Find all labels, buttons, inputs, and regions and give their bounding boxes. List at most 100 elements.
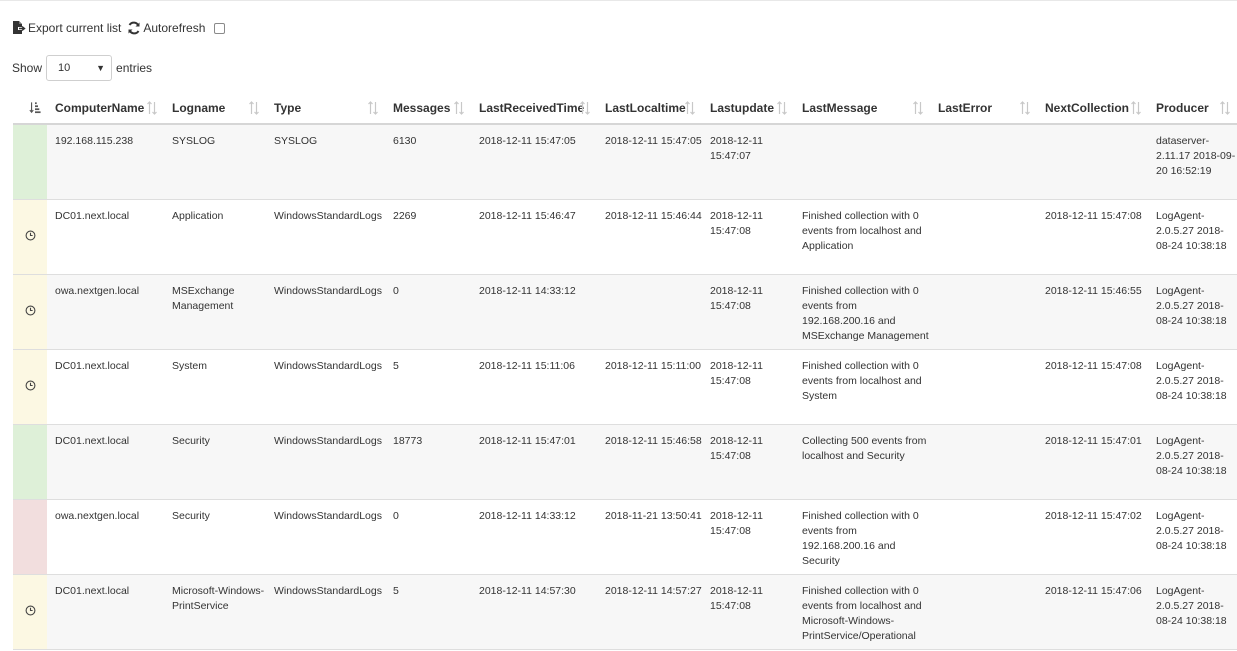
- status-column-header[interactable]: [13, 93, 47, 125]
- cell-producer: LogAgent-2.0.5.27 2018-08-24 10:38:18: [1148, 199, 1237, 275]
- cell-producer: LogAgent-2.0.5.27 2018-08-24 10:38:18: [1148, 349, 1237, 425]
- column-header-messages[interactable]: Messages: [385, 93, 471, 125]
- cell-type: WindowsStandardLogs: [266, 424, 385, 500]
- sort-icon: [368, 101, 378, 115]
- export-button[interactable]: Export current list: [12, 21, 121, 35]
- cell-lastreceived: 2018-12-11 15:47:01: [471, 424, 597, 500]
- cell-nextcollection: 2018-12-11 15:47:08: [1037, 199, 1148, 275]
- cell-messages: 0: [385, 274, 471, 350]
- cell-lasterror: [930, 499, 1037, 575]
- cell-messages: 6130: [385, 124, 471, 200]
- entries-select-value: 10: [58, 62, 71, 74]
- cell-lasterror: [930, 274, 1037, 350]
- cell-lastlocal: 2018-12-11 15:11:00: [597, 349, 702, 425]
- cell-computer: owa.nextgen.local: [47, 274, 164, 350]
- cell-lastmessage: Finished collection with 0 events from 1…: [794, 274, 930, 350]
- column-header-computername[interactable]: ComputerName: [47, 93, 164, 125]
- column-header-lastreceivedtime[interactable]: LastReceivedTime: [471, 93, 597, 125]
- cell-messages: 18773: [385, 424, 471, 500]
- cell-producer: LogAgent-2.0.5.27 2018-08-24 10:38:18: [1148, 424, 1237, 500]
- status-indicator: [13, 424, 47, 500]
- status-indicator: [13, 199, 47, 275]
- cell-lastupdate: 2018-12-11 15:47:08: [702, 274, 794, 350]
- cell-lastupdate: 2018-12-11 15:47:08: [702, 424, 794, 500]
- cell-type: WindowsStandardLogs: [266, 199, 385, 275]
- cell-computer: DC01.next.local: [47, 199, 164, 275]
- cell-lastlocal: 2018-12-11 15:46:44: [597, 199, 702, 275]
- export-label: Export current list: [28, 21, 122, 35]
- column-header-lastupdate[interactable]: Lastupdate: [702, 93, 794, 125]
- column-header-lasterror[interactable]: LastError: [930, 93, 1037, 125]
- table-row[interactable]: owa.nextgen.local Security WindowsStandard…: [13, 499, 1237, 575]
- table-row[interactable]: 192.168.115.238 SYSLOG SYSLOG 6130 2018-12-1…: [13, 124, 1237, 200]
- top-divider: [0, 0, 1237, 1]
- cell-logname: Security: [164, 499, 266, 575]
- cell-lastreceived: 2018-12-11 14:57:30: [471, 574, 597, 650]
- status-indicator: [13, 499, 47, 575]
- cell-lastreceived: 2018-12-11 15:46:47: [471, 199, 597, 275]
- cell-logname: Application: [164, 199, 266, 275]
- column-label: Logname: [172, 101, 226, 115]
- entries-length-control: Show 10 ▼ entries: [12, 55, 152, 81]
- cell-type: WindowsStandardLogs: [266, 349, 385, 425]
- autorefresh-control: Autorefresh: [127, 21, 226, 35]
- column-header-type[interactable]: Type: [266, 93, 385, 125]
- cell-nextcollection: 2018-12-11 15:46:55: [1037, 274, 1148, 350]
- sort-icon: [777, 101, 787, 115]
- table-body: 192.168.115.238 SYSLOG SYSLOG 6130 2018-12-1…: [13, 124, 1237, 650]
- cell-producer: dataserver-2.11.17 2018-09-20 16:52:19: [1148, 124, 1237, 200]
- sort-icon: [580, 101, 590, 115]
- column-header-producer[interactable]: Producer: [1148, 93, 1237, 125]
- clock-icon: [25, 605, 35, 615]
- cell-producer: LogAgent-2.0.5.27 2018-08-24 10:38:18: [1148, 499, 1237, 575]
- table-row[interactable]: DC01.next.local System WindowsStandardLogs…: [13, 349, 1237, 425]
- entries-select[interactable]: 10 ▼: [46, 55, 113, 81]
- column-label: Type: [274, 101, 302, 115]
- entries-label: entries: [116, 61, 153, 75]
- cell-lastreceived: 2018-12-11 14:33:12: [471, 274, 597, 350]
- cell-computer: DC01.next.local: [47, 424, 164, 500]
- clock-icon: [25, 380, 35, 390]
- table-row[interactable]: DC01.next.local Application WindowsStandar…: [13, 199, 1237, 275]
- cell-lastlocal: 2018-12-11 15:47:05: [597, 124, 702, 200]
- column-header-lastmessage[interactable]: LastMessage: [794, 93, 930, 125]
- cell-messages: 2269: [385, 199, 471, 275]
- cell-lastupdate: 2018-12-11 15:47:08: [702, 349, 794, 425]
- cell-lastmessage: Finished collection with 0 events from l…: [794, 349, 930, 425]
- column-label: LastReceivedTime: [479, 101, 585, 115]
- column-header-logname[interactable]: Logname: [164, 93, 266, 125]
- sort-icon: [147, 101, 157, 115]
- column-label: Lastupdate: [710, 101, 775, 115]
- table-row[interactable]: DC01.next.local Security WindowsStandardLo…: [13, 424, 1237, 500]
- cell-computer: owa.nextgen.local: [47, 499, 164, 575]
- sort-icon: [1131, 101, 1141, 115]
- cell-type: WindowsStandardLogs: [266, 274, 385, 350]
- cell-logname: Microsoft-Windows-PrintService: [164, 574, 266, 650]
- cell-lastreceived: 2018-12-11 15:47:05: [471, 124, 597, 200]
- cell-lastupdate: 2018-12-11 15:47:08: [702, 574, 794, 650]
- refresh-icon: [128, 21, 140, 35]
- cell-lastlocal: 2018-12-11 14:57:27: [597, 574, 702, 650]
- column-header-lastlocaltime[interactable]: LastLocaltime: [597, 93, 702, 125]
- sort-icon: [685, 101, 695, 115]
- cell-messages: 5: [385, 574, 471, 650]
- status-indicator: [13, 349, 47, 425]
- cell-nextcollection: [1037, 124, 1148, 200]
- cell-lastlocal: [597, 274, 702, 350]
- export-file-icon: [13, 21, 26, 34]
- cell-lastupdate: 2018-12-11 15:47:08: [702, 199, 794, 275]
- column-header-nextcollection[interactable]: NextCollection: [1037, 93, 1148, 125]
- cell-lasterror: [930, 424, 1037, 500]
- sort-icon: [454, 101, 464, 115]
- cell-type: WindowsStandardLogs: [266, 499, 385, 575]
- show-label: Show: [12, 61, 43, 75]
- collections-table: ComputerName Logname Type Messages LastR…: [13, 93, 1237, 650]
- cell-lastupdate: 2018-12-11 15:47:07: [702, 124, 794, 200]
- cell-messages: 0: [385, 499, 471, 575]
- table-row[interactable]: owa.nextgen.local MSExchange Management Wi…: [13, 274, 1237, 350]
- autorefresh-checkbox[interactable]: [214, 22, 226, 34]
- cell-logname: Security: [164, 424, 266, 500]
- cell-type: SYSLOG: [266, 124, 385, 200]
- cell-computer: DC01.next.local: [47, 574, 164, 650]
- table-row[interactable]: DC01.next.local Microsoft-Windows-PrintSe…: [13, 574, 1237, 650]
